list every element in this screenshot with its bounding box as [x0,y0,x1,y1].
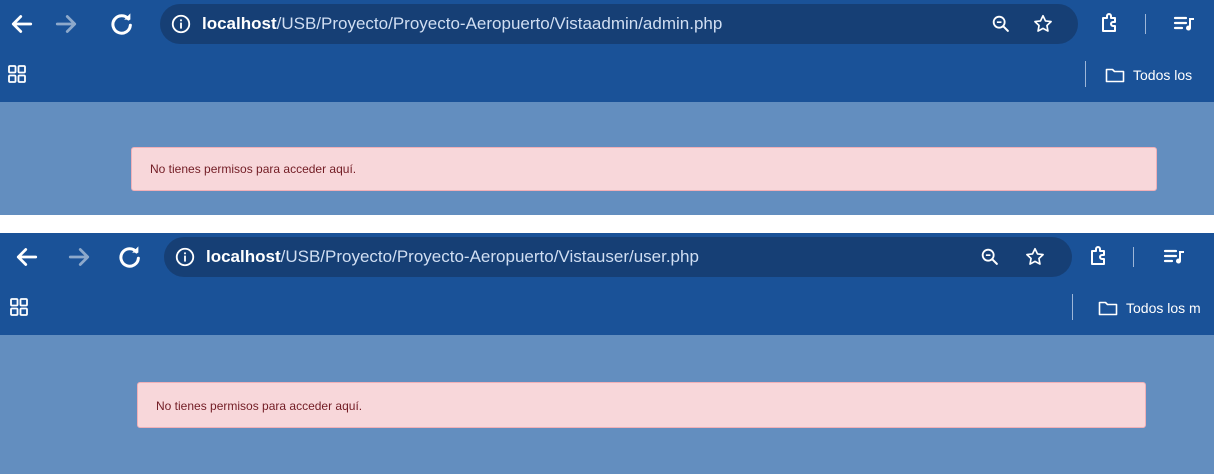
address-bar[interactable]: localhost/USB/Proyecto/Proyecto-Aeropuer… [164,237,1072,277]
folder-icon [1105,68,1125,83]
folder-icon [1098,301,1118,316]
extensions-icon [1091,246,1105,265]
back-button[interactable] [12,242,42,272]
extensions-button[interactable] [1098,11,1122,35]
url-host: localhost [206,247,281,266]
forward-icon [55,15,77,33]
bookmark-folder-all[interactable]: Todos los m [1098,297,1214,319]
address-bar[interactable]: localhost/USB/Proyecto/Proyecto-Aeropuer… [160,4,1078,44]
toolbar-separator [1133,247,1134,267]
back-icon [16,248,38,266]
reload-button[interactable] [106,9,136,39]
reading-list-button[interactable] [1162,244,1186,268]
bookmark-folder-label: Todos los m [1126,300,1201,316]
forward-button[interactable] [64,242,94,272]
site-info-icon [171,14,191,34]
browser-toolbar: localhost/USB/Proyecto/Proyecto-Aeropuer… [0,0,1214,47]
apps-icon [8,65,26,83]
extensions-button[interactable] [1087,244,1111,268]
bookmark-folder-label: Todos los [1133,67,1193,83]
alert-message: No tienes permisos para acceder aquí. [156,399,363,413]
reload-button[interactable] [114,242,144,272]
browser-window-user: localhost/USB/Proyecto/Proyecto-Aeropuer… [0,233,1214,474]
screenshot-divider [0,215,1214,233]
forward-icon [68,248,90,266]
back-icon [11,15,33,33]
star-icon [1026,247,1044,265]
extensions-icon [1102,13,1116,32]
url-path: /USB/Proyecto/Proyecto-Aeropuerto/Vistau… [280,247,699,266]
reload-icon [111,13,132,35]
url-path: /USB/Proyecto/Proyecto-Aeropuerto/Vistaa… [276,14,723,33]
page-content: No tienes permisos para acceder aquí. [0,102,1214,215]
apps-button[interactable] [10,298,28,316]
zoom-button[interactable] [979,246,1001,268]
url-text[interactable]: localhost/USB/Proyecto/Proyecto-Aeropuer… [202,14,722,34]
bookmarks-bar: Todos los m [0,280,1214,335]
permission-alert: No tienes permisos para acceder aquí. [137,382,1146,428]
site-info-button[interactable] [170,13,192,35]
bookmark-star-button[interactable] [1024,246,1046,268]
browser-toolbar: localhost/USB/Proyecto/Proyecto-Aeropuer… [0,233,1214,280]
url-text[interactable]: localhost/USB/Proyecto/Proyecto-Aeropuer… [206,247,699,267]
reload-icon [119,246,140,268]
bookmark-star-button[interactable] [1032,13,1054,35]
bookmarks-separator [1072,294,1073,320]
page-content: No tienes permisos para acceder aquí. [0,335,1214,474]
reading-list-icon [1163,249,1184,264]
back-button[interactable] [7,9,37,39]
zoom-icon [992,15,1009,32]
toolbar-separator [1145,14,1146,34]
reading-list-icon [1173,16,1194,31]
bookmarks-bar: Todos los [0,47,1214,102]
zoom-icon [981,248,998,265]
apps-icon [10,298,28,316]
forward-button[interactable] [51,9,81,39]
apps-button[interactable] [8,65,26,83]
site-info-button[interactable] [174,246,196,268]
site-info-icon [175,247,195,267]
url-host: localhost [202,14,277,33]
alert-message: No tienes permisos para acceder aquí. [150,162,357,176]
bookmarks-separator [1085,61,1086,87]
permission-alert: No tienes permisos para acceder aquí. [131,147,1157,191]
bookmark-folder-all[interactable]: Todos los [1105,64,1214,86]
zoom-button[interactable] [990,13,1012,35]
browser-window-admin: localhost/USB/Proyecto/Proyecto-Aeropuer… [0,0,1214,215]
reading-list-button[interactable] [1172,11,1196,35]
star-icon [1034,14,1052,32]
